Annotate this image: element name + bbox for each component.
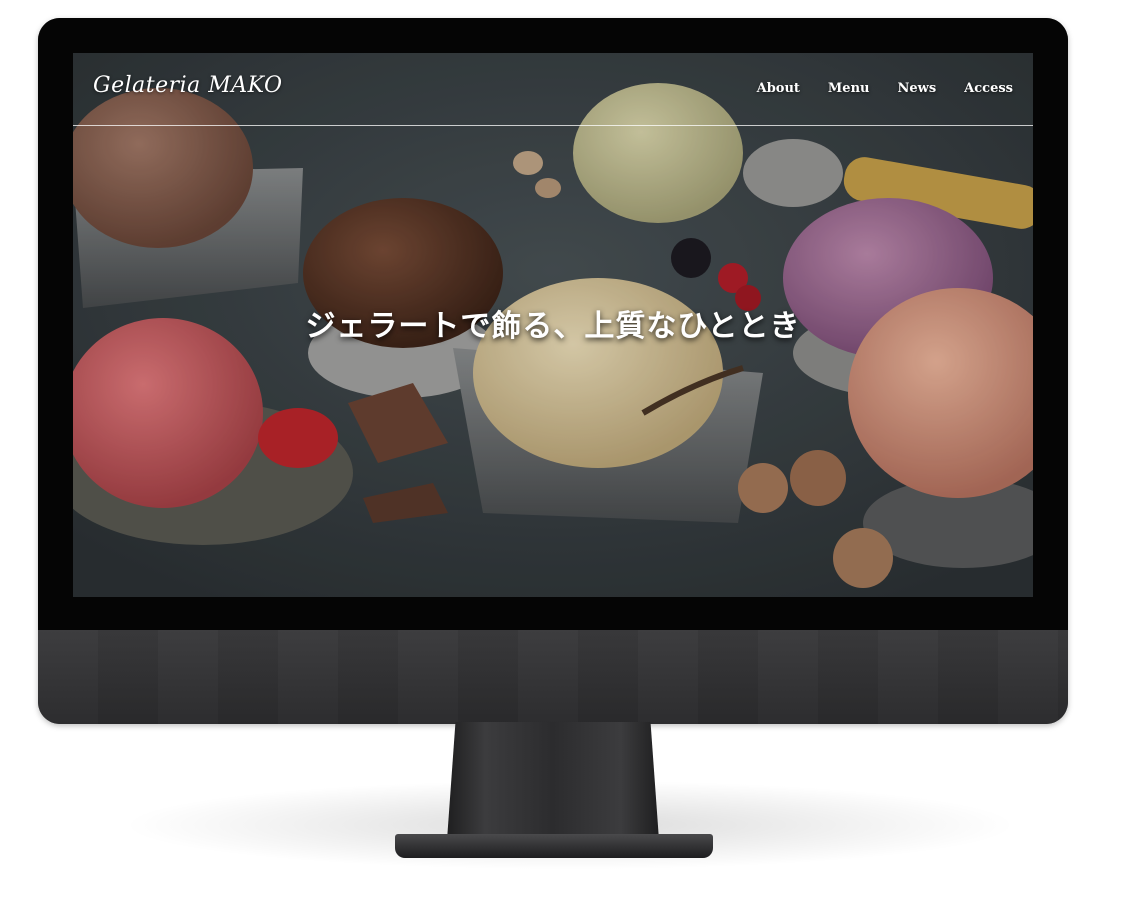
nav-menu[interactable]: Menu bbox=[828, 81, 870, 96]
monitor: Gelateria MAKO About Menu News Access ジェ… bbox=[38, 18, 1068, 724]
monitor-chin bbox=[38, 630, 1068, 724]
monitor-stand-base bbox=[395, 834, 713, 858]
nav-news[interactable]: News bbox=[898, 81, 937, 96]
hero-tagline: ジェラートで飾る、上質なひととき bbox=[305, 309, 801, 344]
header-divider bbox=[73, 125, 1033, 126]
nav-access[interactable]: Access bbox=[964, 81, 1013, 96]
nav-about[interactable]: About bbox=[757, 81, 800, 96]
website-screen: Gelateria MAKO About Menu News Access ジェ… bbox=[73, 53, 1033, 597]
monitor-stand-neck bbox=[447, 722, 659, 840]
main-nav: About Menu News Access bbox=[757, 81, 1013, 96]
site-logo[interactable]: Gelateria MAKO bbox=[93, 73, 283, 98]
